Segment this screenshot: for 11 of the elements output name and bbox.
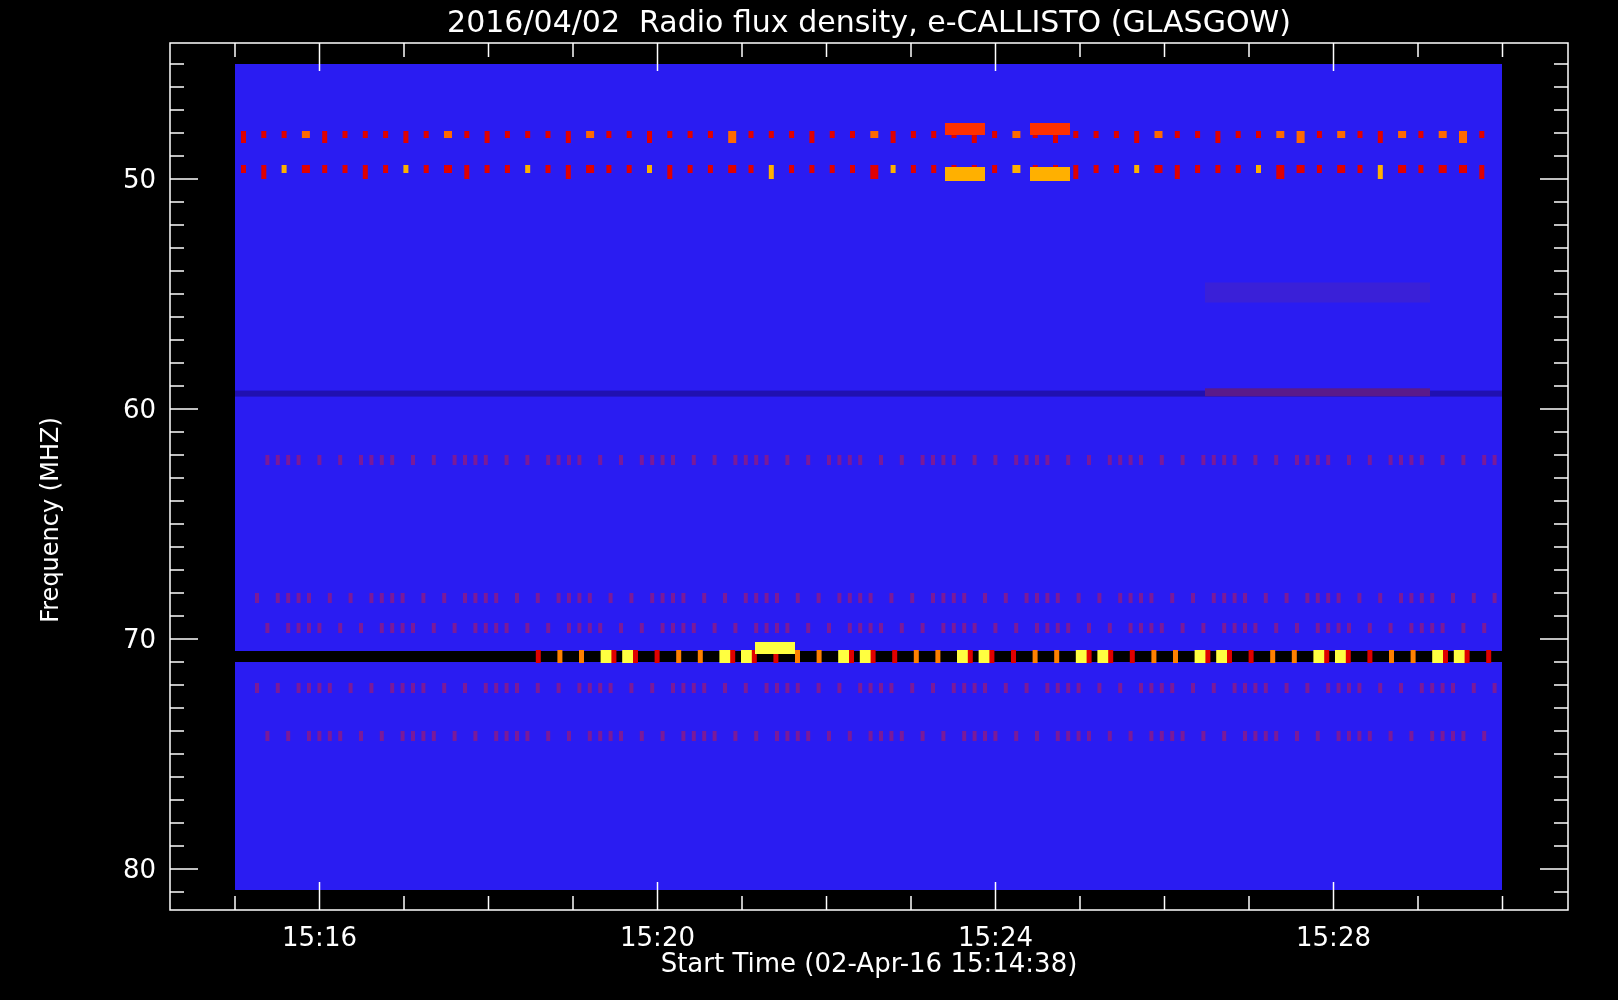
x-tick-label: 15:20 bbox=[620, 922, 695, 952]
y-tick-label: 60 bbox=[122, 394, 156, 424]
y-axis-label: Frequency (MHZ) bbox=[35, 417, 65, 623]
x-tick-label: 15:24 bbox=[958, 922, 1033, 952]
y-tick-label: 80 bbox=[122, 854, 156, 884]
x-tick-label: 15:16 bbox=[282, 922, 357, 952]
y-tick-label: 70 bbox=[122, 624, 156, 654]
x-tick-label: 15:28 bbox=[1296, 922, 1371, 952]
x-axis-label: Start Time (02-Apr-16 15:14:38) bbox=[660, 950, 1078, 976]
y-tick-label: 50 bbox=[122, 164, 156, 194]
chart-title: 2016/04/02 Radio flux density, e-CALLISTO (GLASGOW) bbox=[446, 2, 1292, 41]
